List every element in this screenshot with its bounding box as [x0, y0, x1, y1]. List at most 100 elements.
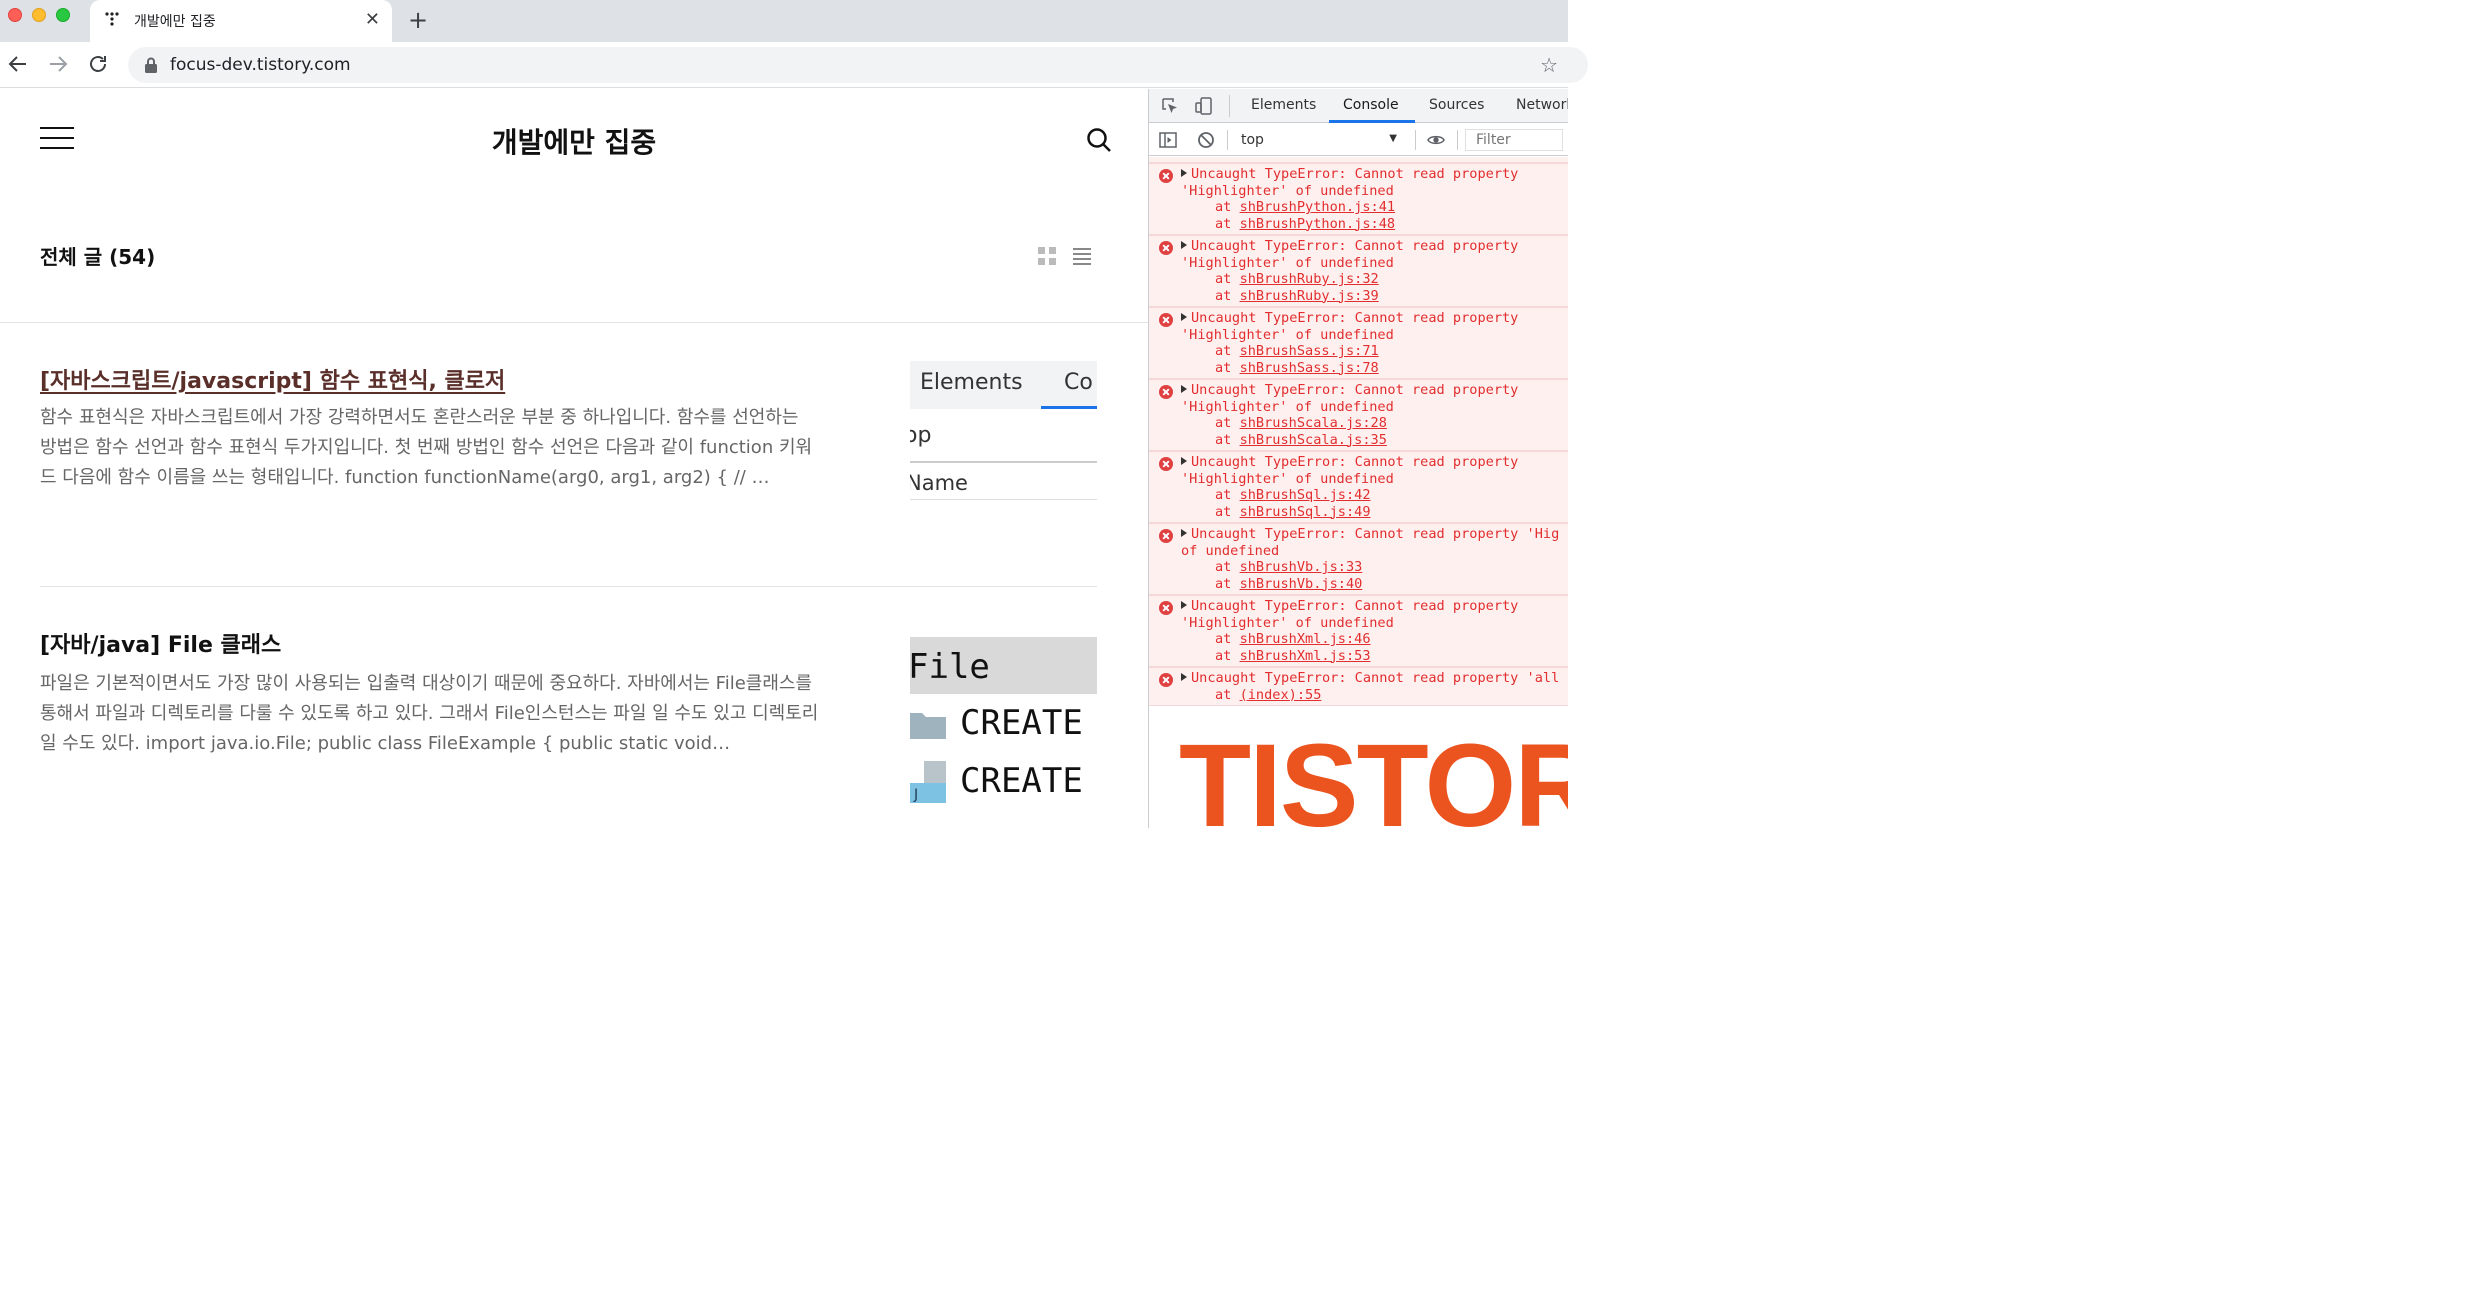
- expand-triangle-icon[interactable]: [1181, 529, 1187, 537]
- source-link[interactable]: shBrushSql.js:42: [1240, 487, 1371, 503]
- eye-icon[interactable]: [1427, 131, 1445, 149]
- expand-triangle-icon[interactable]: [1181, 457, 1187, 465]
- source-link[interactable]: shBrushPython.js:41: [1240, 199, 1396, 215]
- new-tab-button[interactable]: +: [408, 6, 428, 34]
- tab-network[interactable]: Network: [1516, 97, 1568, 113]
- source-link[interactable]: shBrushSass.js:71: [1240, 343, 1379, 359]
- tistory-favicon-icon: [105, 12, 119, 26]
- error-icon: [1159, 457, 1173, 471]
- post-thumbnail[interactable]: File CREATE J CREATE: [910, 637, 1097, 807]
- error-icon: [1159, 601, 1173, 615]
- context-select[interactable]: top ▼: [1233, 129, 1401, 151]
- tab-close-icon[interactable]: ✕: [365, 8, 380, 32]
- blog-title[interactable]: 개발에만 집중: [0, 121, 1148, 161]
- source-link[interactable]: shBrushSql.js:49: [1240, 504, 1371, 520]
- separator: [1415, 130, 1416, 150]
- maximize-window-button[interactable]: [56, 8, 70, 22]
- source-link[interactable]: shBrushRuby.js:39: [1240, 288, 1379, 304]
- console-toolbar: top ▼: [1149, 124, 1568, 156]
- devtools-tab-bar: Elements Console Sources Network: [1149, 89, 1568, 123]
- divider: [40, 586, 1097, 587]
- minimize-window-button[interactable]: [32, 8, 46, 22]
- source-link[interactable]: shBrushPython.js:48: [1240, 216, 1396, 232]
- list-view-icon[interactable]: [1072, 246, 1092, 266]
- devtools-panel: Elements Console Sources Network top ▼: [1148, 89, 1568, 828]
- source-link[interactable]: shBrushXml.js:53: [1240, 648, 1371, 664]
- tab-console[interactable]: Console: [1343, 97, 1399, 113]
- console-error-message[interactable]: Uncaught TypeError: Cannot read property…: [1149, 235, 1568, 307]
- error-icon: [1159, 313, 1173, 327]
- address-bar[interactable]: focus-dev.tistory.com ☆: [128, 47, 1588, 83]
- forward-arrow-icon[interactable]: [46, 52, 70, 76]
- error-text: Uncaught TypeError: Cannot read property: [1191, 310, 1519, 326]
- source-link[interactable]: shBrushXml.js:46: [1240, 631, 1371, 647]
- url-text: focus-dev.tistory.com: [170, 55, 351, 75]
- bookmark-star-icon[interactable]: ☆: [1540, 53, 1558, 77]
- error-text: Uncaught TypeError: Cannot read property: [1191, 166, 1519, 182]
- error-text: 'Highlighter' of undefined: [1181, 182, 1394, 199]
- source-link[interactable]: shBrushSass.js:78: [1240, 360, 1379, 376]
- filter-input[interactable]: [1465, 129, 1563, 151]
- console-error-message[interactable]: Uncaught TypeError: Cannot read property…: [1149, 595, 1568, 667]
- source-link[interactable]: shBrushRuby.js:32: [1240, 271, 1379, 287]
- thumbnail-text: CREATE: [960, 761, 1083, 801]
- clear-console-icon[interactable]: [1197, 131, 1215, 149]
- console-error-message[interactable]: Uncaught TypeError: Cannot read property…: [1149, 163, 1568, 235]
- source-link[interactable]: shBrushScala.js:35: [1240, 432, 1387, 448]
- expand-triangle-icon[interactable]: [1181, 673, 1187, 681]
- search-icon[interactable]: [1086, 127, 1112, 153]
- grid-view-icon[interactable]: [1037, 246, 1057, 266]
- expand-triangle-icon[interactable]: [1181, 313, 1187, 321]
- lock-icon: [145, 57, 157, 73]
- separator: [1229, 95, 1230, 117]
- thumbnail-divider: [910, 499, 1097, 500]
- section-title: 전체 글 (54): [40, 245, 156, 269]
- folder-icon: [910, 713, 946, 739]
- inspect-element-icon[interactable]: [1161, 97, 1179, 115]
- sidebar-toggle-icon[interactable]: [1159, 131, 1177, 149]
- tab-elements[interactable]: Elements: [1251, 97, 1316, 113]
- console-error-message[interactable]: Uncaught TypeError: Cannot read property…: [1149, 523, 1568, 595]
- source-link[interactable]: shBrushVb.js:33: [1240, 559, 1363, 575]
- thumbnail-text: Co: [1064, 370, 1093, 395]
- error-text: Uncaught TypeError: Cannot read property…: [1191, 670, 1560, 686]
- tab-sources[interactable]: Sources: [1429, 97, 1484, 113]
- console-error-message[interactable]: Uncaught TypeError: Cannot read property…: [1149, 667, 1568, 706]
- error-text: Uncaught TypeError: Cannot read property: [1191, 598, 1519, 614]
- thumbnail-text: op: [910, 423, 932, 448]
- device-toolbar-icon[interactable]: [1195, 97, 1213, 115]
- console-error-message[interactable]: Uncaught TypeError: Cannot read property…: [1149, 451, 1568, 523]
- separator: [1227, 130, 1228, 150]
- expand-triangle-icon[interactable]: [1181, 169, 1187, 177]
- close-window-button[interactable]: [8, 8, 22, 22]
- post-title-link[interactable]: [자바스크립트/javascript] 함수 표현식, 클로저: [40, 363, 505, 395]
- console-error-message[interactable]: Uncaught TypeError: Cannot read property…: [1149, 307, 1568, 379]
- java-file-icon: J: [910, 761, 946, 803]
- post-thumbnail[interactable]: Elements Co op Name: [910, 361, 1097, 501]
- thumbnail-text: File: [910, 647, 990, 687]
- error-text: of undefined: [1181, 542, 1280, 559]
- error-text: Uncaught TypeError: Cannot read property: [1191, 454, 1519, 470]
- error-text: Uncaught TypeError: Cannot read property: [1191, 238, 1519, 254]
- source-link[interactable]: shBrushScala.js:28: [1240, 415, 1387, 431]
- source-link[interactable]: shBrushVb.js:40: [1240, 576, 1363, 592]
- post-excerpt[interactable]: 파일은 기본적이면서도 가장 많이 사용되는 입출력 대상이기 때문에 중요하다…: [40, 669, 820, 759]
- error-text: 'Highlighter' of undefined: [1181, 614, 1394, 631]
- browser-tab[interactable]: 개발에만 집중 ✕: [90, 0, 392, 42]
- source-link[interactable]: (index):55: [1240, 687, 1322, 703]
- error-text: 'Highlighter' of undefined: [1181, 326, 1394, 343]
- back-arrow-icon[interactable]: [6, 52, 30, 76]
- error-text: Uncaught TypeError: Cannot read property…: [1191, 526, 1560, 542]
- console-error-message[interactable]: Uncaught TypeError: Cannot read property…: [1149, 379, 1568, 451]
- expand-triangle-icon[interactable]: [1181, 241, 1187, 249]
- post-title-link[interactable]: [자바/java] File 클래스: [40, 627, 281, 659]
- navigation-bar: focus-dev.tistory.com ☆: [0, 42, 1588, 88]
- expand-triangle-icon[interactable]: [1181, 385, 1187, 393]
- active-tab-indicator: [1329, 120, 1415, 123]
- expand-triangle-icon[interactable]: [1181, 601, 1187, 609]
- reload-icon[interactable]: [86, 52, 110, 76]
- post-excerpt[interactable]: 함수 표현식은 자바스크립트에서 가장 강력하면서도 혼란스러운 부분 중 하나…: [40, 403, 820, 493]
- svg-text:J: J: [913, 787, 918, 803]
- error-icon: [1159, 169, 1173, 183]
- context-value: top: [1241, 132, 1264, 148]
